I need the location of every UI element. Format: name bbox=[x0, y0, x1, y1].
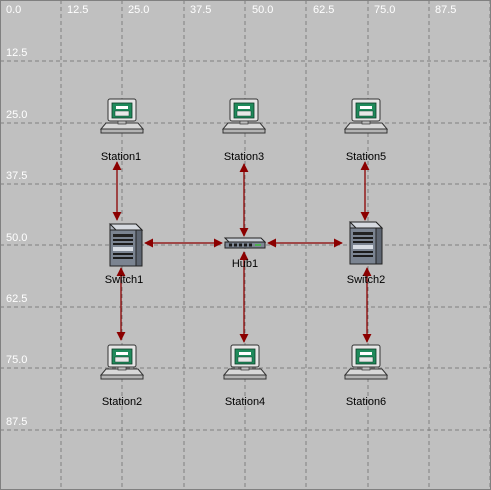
x-tick: 62.5 bbox=[313, 4, 334, 16]
node-station1[interactable]: Station1 bbox=[100, 98, 144, 163]
x-tick: 87.5 bbox=[435, 4, 456, 16]
y-tick: 12.5 bbox=[6, 47, 27, 59]
node-label: Hub1 bbox=[232, 258, 258, 270]
node-station6[interactable]: Station6 bbox=[344, 344, 388, 408]
y-tick: 62.5 bbox=[6, 293, 27, 305]
node-station2[interactable]: Station2 bbox=[100, 344, 144, 408]
y-tick: 25.0 bbox=[6, 109, 27, 121]
x-axis-ticks: 0.0 12.5 25.0 37.5 50.0 62.5 75.0 87.5 bbox=[6, 4, 456, 16]
x-tick: 0.0 bbox=[6, 4, 21, 16]
node-switch1[interactable]: Switch1 bbox=[105, 223, 144, 286]
node-label: Switch2 bbox=[347, 274, 386, 286]
computer-workstation-icon bbox=[344, 344, 388, 380]
network-switch-icon bbox=[349, 221, 383, 265]
node-label: Station6 bbox=[346, 396, 386, 408]
node-station3[interactable]: Station3 bbox=[222, 98, 266, 163]
y-axis-ticks: 12.5 25.0 37.5 50.0 62.5 75.0 87.5 bbox=[6, 47, 27, 428]
x-tick: 12.5 bbox=[67, 4, 88, 16]
y-tick: 37.5 bbox=[6, 170, 27, 182]
computer-workstation-icon bbox=[100, 344, 144, 380]
computer-workstation-icon bbox=[223, 344, 267, 380]
node-label: Station2 bbox=[102, 396, 142, 408]
node-label: Station4 bbox=[225, 396, 265, 408]
node-station5[interactable]: Station5 bbox=[344, 98, 388, 163]
network-switch-icon bbox=[109, 223, 143, 267]
network-hub-icon bbox=[224, 237, 266, 249]
node-switch2[interactable]: Switch2 bbox=[347, 221, 386, 286]
node-label: Station5 bbox=[346, 151, 386, 163]
node-label: Station1 bbox=[101, 151, 141, 163]
x-tick: 37.5 bbox=[190, 4, 211, 16]
links-layer bbox=[112, 161, 372, 343]
x-tick: 50.0 bbox=[252, 4, 273, 16]
computer-workstation-icon bbox=[344, 98, 388, 134]
y-tick: 87.5 bbox=[6, 416, 27, 428]
network-diagram[interactable]: 0.0 12.5 25.0 37.5 50.0 62.5 75.0 87.5 1… bbox=[0, 0, 491, 490]
x-tick: 25.0 bbox=[128, 4, 149, 16]
computer-workstation-icon bbox=[222, 98, 266, 134]
computer-workstation-icon bbox=[100, 98, 144, 134]
node-label: Switch1 bbox=[105, 274, 144, 286]
y-tick: 75.0 bbox=[6, 354, 27, 366]
node-station4[interactable]: Station4 bbox=[223, 344, 267, 408]
y-tick: 50.0 bbox=[6, 232, 27, 244]
node-label: Station3 bbox=[224, 151, 264, 163]
network-canvas[interactable]: 0.0 12.5 25.0 37.5 50.0 62.5 75.0 87.5 1… bbox=[0, 0, 491, 490]
x-tick: 75.0 bbox=[374, 4, 395, 16]
